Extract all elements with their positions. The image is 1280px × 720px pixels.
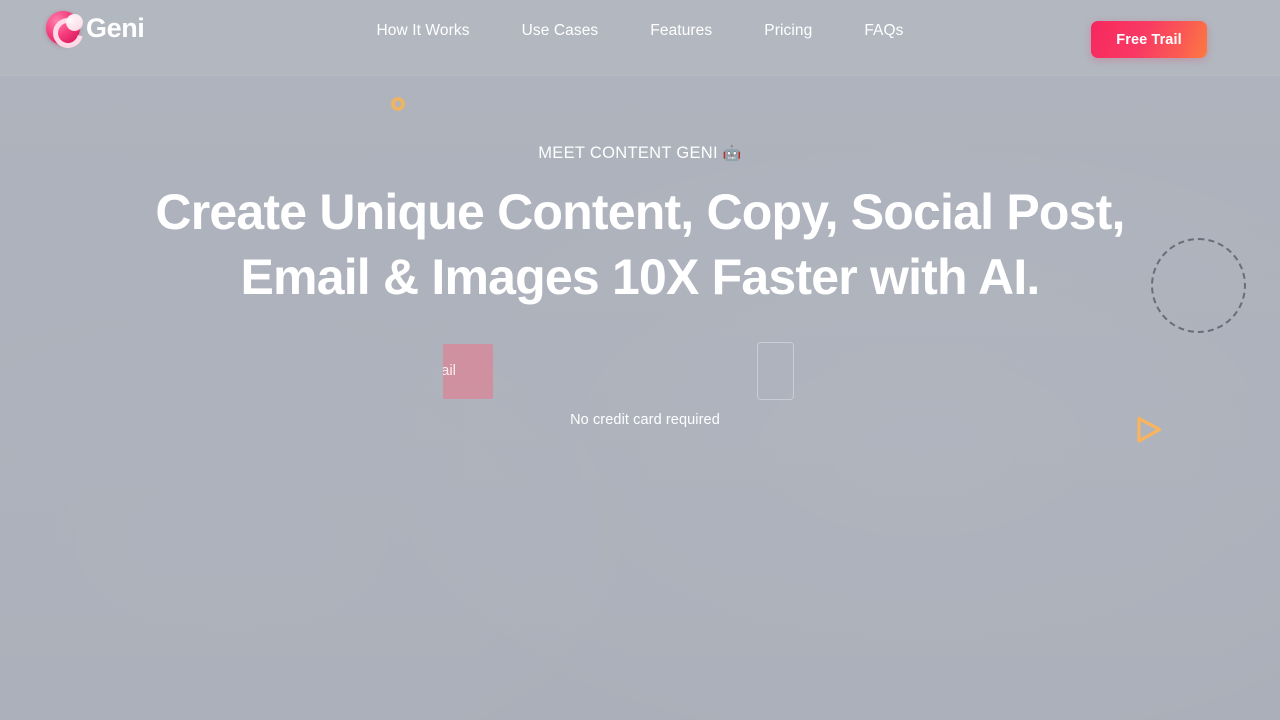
hero-eyebrow-text: MEET CONTENT GENI — [538, 144, 718, 162]
hero-title-line-2: Email & Images 10X Faster with AI. — [240, 249, 1040, 305]
hero-title: Create Unique Content, Copy, Social Post… — [0, 180, 1280, 310]
nav-item-faqs[interactable]: FAQs — [864, 22, 903, 40]
nav-item-features[interactable]: Features — [650, 22, 712, 40]
hero-signup-form: ail — [0, 340, 1280, 402]
main-navigation: How It Works Use Cases Features Pricing … — [0, 22, 1280, 40]
site-header: Geni How It Works Use Cases Features Pri… — [0, 0, 1280, 76]
orange-ring-decoration-icon — [391, 97, 405, 111]
hero-eyebrow: MEET CONTENT GENI 🤖 — [0, 144, 1280, 163]
play-triangle-decoration-icon — [1134, 415, 1164, 445]
hero-section: MEET CONTENT GENI 🤖 Create Unique Conten… — [0, 76, 1280, 720]
nav-item-use-cases[interactable]: Use Cases — [522, 22, 599, 40]
hero-title-line-1: Create Unique Content, Copy, Social Post… — [155, 184, 1125, 240]
nav-item-how-it-works[interactable]: How It Works — [376, 22, 469, 40]
no-credit-card-note: No credit card required — [570, 412, 720, 428]
email-input[interactable]: ail — [443, 344, 493, 399]
dashed-circle-decoration-icon — [1151, 238, 1246, 333]
free-trial-button[interactable]: Free Trail — [1091, 21, 1207, 58]
email-input-visible-text: ail — [443, 362, 457, 379]
robot-icon: 🤖 — [722, 145, 742, 162]
nav-item-pricing[interactable]: Pricing — [764, 22, 812, 40]
signup-submit-button[interactable] — [757, 342, 794, 400]
brand-name: Geni — [86, 12, 145, 43]
